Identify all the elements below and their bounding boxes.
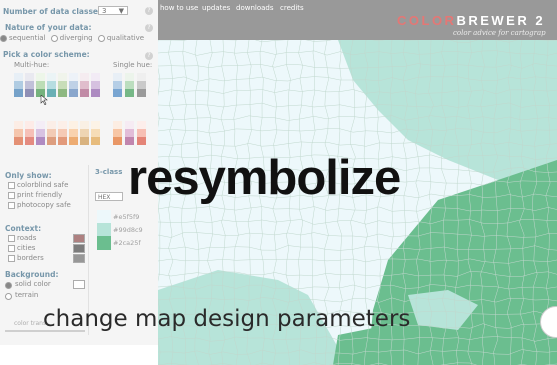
- radio-sequential[interactable]: [0, 34, 7, 42]
- solid-color-label: solid color: [15, 280, 51, 288]
- borders-checkbox[interactable]: [8, 255, 15, 262]
- single-hue-ramp[interactable]: [137, 121, 146, 145]
- colorblind-safe-label: colorblind safe: [17, 181, 69, 189]
- color-scheme-ramp[interactable]: [25, 121, 34, 145]
- color-scheme-ramp[interactable]: [80, 73, 89, 97]
- radio-qualitative[interactable]: [97, 34, 105, 42]
- color-scheme-ramp[interactable]: [80, 121, 89, 145]
- color-scheme-ramp[interactable]: [47, 121, 56, 145]
- nature-options: sequential diverging qualitative: [0, 34, 144, 42]
- context-label: Context:: [5, 224, 42, 233]
- roads-checkbox[interactable]: [8, 235, 15, 242]
- cities-checkbox[interactable]: [8, 245, 15, 252]
- borders-color-swatch[interactable]: [73, 254, 85, 263]
- color-scheme-ramp[interactable]: [69, 73, 78, 97]
- color-transparency-label: color trans: [14, 320, 47, 327]
- radio-diverging[interactable]: [50, 34, 58, 42]
- tagline: color advice for cartograp: [453, 29, 546, 37]
- legend-swatch: [97, 223, 111, 237]
- color-format-select[interactable]: HEX: [95, 192, 123, 201]
- num-classes-select[interactable]: 3 ▼: [98, 6, 128, 15]
- scheme-label: Pick a color scheme:: [3, 50, 90, 59]
- legend-swatch: [97, 236, 111, 250]
- legend-row: #2ca25f: [97, 236, 147, 250]
- color-scheme-ramp[interactable]: [91, 121, 100, 145]
- nav-updates[interactable]: updates: [202, 4, 230, 12]
- num-classes-label: Number of data classes:: [3, 7, 106, 16]
- single-hue-ramp[interactable]: [137, 73, 146, 97]
- background-color-swatch[interactable]: [73, 280, 85, 289]
- nav-how-to-use[interactable]: how to use: [160, 4, 198, 12]
- print-friendly-label: print friendly: [17, 191, 63, 199]
- color-scheme-ramp[interactable]: [14, 121, 23, 145]
- color-scheme-ramp[interactable]: [14, 73, 23, 97]
- single-hue-ramp[interactable]: [125, 73, 134, 97]
- color-scheme-ramp[interactable]: [69, 121, 78, 145]
- headline-caption: resymbolize: [128, 151, 401, 205]
- color-scheme-ramp[interactable]: [36, 121, 45, 145]
- single-hue-ramp[interactable]: [113, 121, 122, 145]
- chevron-down-icon: ▼: [118, 7, 124, 15]
- pointer-cursor-icon: [40, 95, 48, 105]
- photocopy-safe-label: photocopy safe: [17, 201, 71, 209]
- only-show-label: Only show:: [5, 171, 52, 180]
- single-hue-ramp[interactable]: [125, 121, 134, 145]
- nav-credits[interactable]: credits: [280, 4, 304, 12]
- print-friendly-checkbox[interactable]: [8, 192, 15, 199]
- radio-solid-color[interactable]: [5, 282, 12, 289]
- color-scheme-ramp[interactable]: [25, 73, 34, 97]
- photocopy-safe-checkbox[interactable]: [8, 202, 15, 209]
- legend-row: #e5f5f9: [97, 210, 147, 224]
- legend-hex: #2ca25f: [113, 239, 141, 247]
- single-hue-label: Single hue:: [113, 61, 153, 69]
- colorblind-safe-checkbox[interactable]: [8, 182, 15, 189]
- legend-row: #99d8c9: [97, 223, 147, 237]
- legend-hex: #e5f5f9: [113, 213, 140, 221]
- terrain-label: terrain: [15, 291, 39, 299]
- single-hue-ramp[interactable]: [113, 73, 122, 97]
- color-scheme-ramp[interactable]: [36, 73, 45, 97]
- color-scheme-ramp[interactable]: [58, 73, 67, 97]
- help-icon[interactable]: ?: [145, 52, 153, 60]
- borders-label: borders: [17, 254, 44, 262]
- roads-color-swatch[interactable]: [73, 234, 85, 243]
- multi-hue-label: Multi-hue:: [14, 61, 50, 69]
- brand-logo: COLORBREWER 2: [397, 13, 546, 28]
- color-scheme-ramp[interactable]: [58, 121, 67, 145]
- roads-label: roads: [17, 234, 37, 242]
- help-icon[interactable]: ?: [145, 24, 153, 32]
- nav-downloads[interactable]: downloads: [236, 4, 274, 12]
- help-icon[interactable]: ?: [145, 7, 153, 15]
- legend-swatch: [97, 210, 111, 224]
- background-label: Background:: [5, 270, 59, 279]
- class-label: 3-class: [95, 168, 123, 176]
- legend-hex: #99d8c9: [113, 226, 143, 234]
- cities-label: cities: [17, 244, 36, 252]
- nature-label: Nature of your data:: [5, 23, 92, 32]
- cities-color-swatch[interactable]: [73, 244, 85, 253]
- radio-terrain[interactable]: [5, 293, 12, 300]
- color-scheme-ramp[interactable]: [47, 73, 56, 97]
- color-scheme-ramp[interactable]: [91, 73, 100, 97]
- subtitle-caption: change map design parameters: [43, 306, 411, 332]
